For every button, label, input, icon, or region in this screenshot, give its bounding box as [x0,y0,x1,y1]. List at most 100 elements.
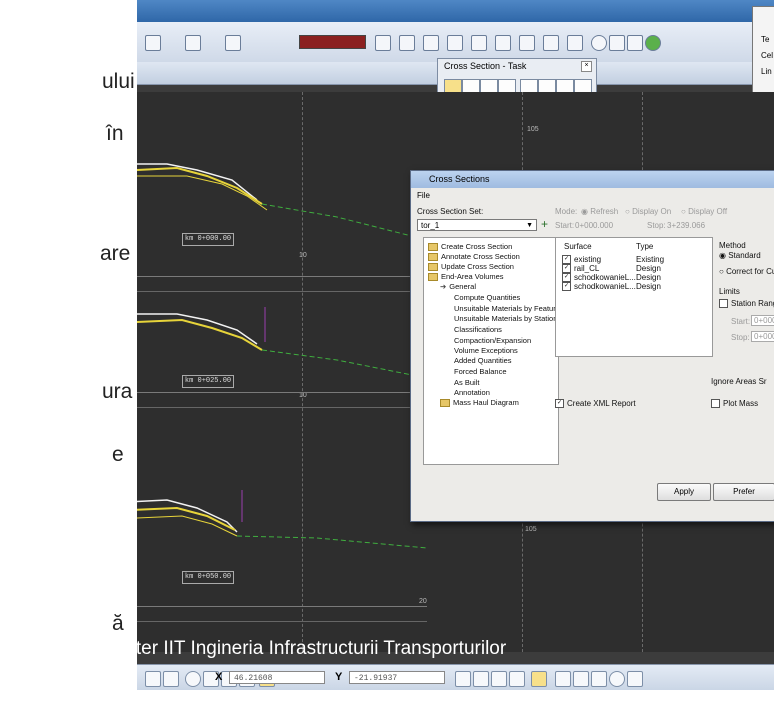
slide-left-text-column: ului în are ura e ă [0,0,140,713]
profile-icon[interactable] [491,671,507,687]
surface-type: Design [636,273,661,282]
tree-item[interactable]: Classifications [454,325,502,334]
stop-label: Stop: [647,221,666,230]
checkbox-box [719,299,728,309]
surface-list[interactable]: Surface Type ✓ existing Existing ✓ rail_CL… [555,237,713,357]
y-coordinate-field[interactable]: -21.91937 [349,671,445,684]
mode-display-on-radio[interactable]: ○ Display On [625,207,671,216]
target-icon[interactable] [609,671,625,687]
existing-ground-line [261,203,428,241]
light-icon[interactable] [543,35,559,51]
tree-item[interactable]: ➔ General [440,282,476,291]
cross-section-3 [137,490,428,549]
close-icon[interactable]: × [581,61,592,72]
tree-item[interactable]: Create Cross Section [428,242,512,252]
method-standard-radio[interactable]: ◉ Standard [719,251,761,260]
task-tree[interactable]: Create Cross Section Annotate Cross Sect… [423,237,560,465]
grid-snap-icon[interactable] [531,671,547,687]
surface-row[interactable]: ✓ schodkowanieL... [562,273,636,283]
ignore-areas-label: Ignore Areas Sr [711,377,767,386]
dialog-title: Cross Sections [429,174,490,184]
stack-icon[interactable] [519,35,535,51]
style-icon[interactable] [225,35,241,51]
apply-button[interactable]: Apply [657,483,711,501]
tools-icon[interactable] [495,35,511,51]
method-correct-label: Correct for Cur [726,267,774,276]
mode-refresh-label: Refresh [590,207,619,216]
main-toolbar [137,22,774,63]
tree-item[interactable]: Annotation [454,388,490,397]
slide-text-line-2: în [106,122,124,145]
station-label: km 0+050.00 [182,571,234,584]
tree-item[interactable]: Volume Exceptions [454,346,518,355]
edit-icon[interactable] [567,35,583,51]
surface-row[interactable]: ✓ schodkowanieL... [562,282,636,292]
x-coordinate-field[interactable]: 46.21608 [229,671,325,684]
slide-text-line-4: ura [102,380,133,403]
angle-icon[interactable] [591,671,607,687]
method-correct-radio[interactable]: ○ Correct for Cur [719,267,774,276]
folder-icon [440,399,450,408]
station-range-checkbox[interactable]: Station Range [719,299,774,309]
copy-icon[interactable] [399,35,415,51]
level-icon[interactable] [145,35,161,51]
limit-start-label: Start: [731,317,751,326]
tree-item[interactable]: Compaction/Expansion [454,336,531,345]
surface-type: Existing [636,255,665,264]
tree-item[interactable]: Added Quantities [454,356,512,365]
template-line [137,313,258,345]
create-xml-label: Create XML Report [567,399,636,408]
tree-item[interactable]: Mass Haul Diagram [440,398,519,408]
star-icon[interactable] [627,671,643,687]
template-line [137,499,238,533]
go-icon[interactable] [645,35,661,51]
check-icon[interactable] [163,671,179,687]
tree-item[interactable]: Annotate Cross Section [428,252,520,262]
surface-name: schodkowanieL... [574,282,636,291]
start-value: 0+000.000 [575,221,614,230]
query-icon[interactable] [609,35,625,51]
surface-checkbox[interactable]: ✓ [562,282,571,292]
surface-type: Design [636,282,661,291]
folder-icon [428,253,438,262]
tree-item[interactable]: Forced Balance [454,367,507,376]
preferences-button[interactable]: Prefer [713,483,774,501]
tree-item[interactable]: As Built [454,378,479,387]
create-xml-checkbox[interactable]: ✓ Create XML Report [555,399,636,409]
surface-row[interactable]: ✓ rail_CL [562,264,599,274]
mode-display-off-radio[interactable]: ○ Display Off [681,207,727,216]
surface-row[interactable]: ✓ existing [562,255,601,265]
add-set-button[interactable]: + [541,217,548,231]
surface-icon[interactable] [509,671,525,687]
cross-section-set-label: Cross Section Set: [417,207,484,216]
tree-item-label: Annotate Cross Section [441,252,520,261]
station-table-row [137,392,427,433]
snap-icon[interactable] [145,671,161,687]
hatch-icon[interactable] [573,671,589,687]
menu-file[interactable]: File [417,191,430,200]
tree-item[interactable]: Compute Quantities [454,293,520,302]
grid-icon[interactable] [627,35,643,51]
tree-item[interactable]: Update Cross Section [428,262,514,272]
globe-icon[interactable] [447,35,463,51]
layers-icon[interactable] [423,35,439,51]
plot-mass-checkbox[interactable]: Plot Mass [711,399,758,409]
tree-item[interactable]: Unsuitable Materials by Station [454,314,557,323]
limit-stop-field[interactable]: 0+000 [751,331,774,342]
image-icon[interactable] [471,35,487,51]
circle-icon[interactable] [185,671,201,687]
window-icon[interactable] [375,35,391,51]
info-icon[interactable] [591,35,607,51]
station-range-label: Station Range [731,299,774,308]
limit-start-field[interactable]: 0+000 [751,315,774,326]
tree-item-label: End-Area Volumes [441,272,504,281]
tree-item[interactable]: Unsuitable Materials by Feature [454,304,560,313]
element-icon[interactable] [455,671,471,687]
line-icon[interactable] [555,671,571,687]
weight-icon[interactable] [185,35,201,51]
tree-item[interactable]: End-Area Volumes [428,272,504,282]
curve-icon[interactable] [473,671,489,687]
color-swatch[interactable] [299,35,366,49]
mode-refresh-radio[interactable]: ◉ Refresh [581,207,618,216]
cross-section-set-select[interactable]: tor_1 ▼ [417,219,537,231]
